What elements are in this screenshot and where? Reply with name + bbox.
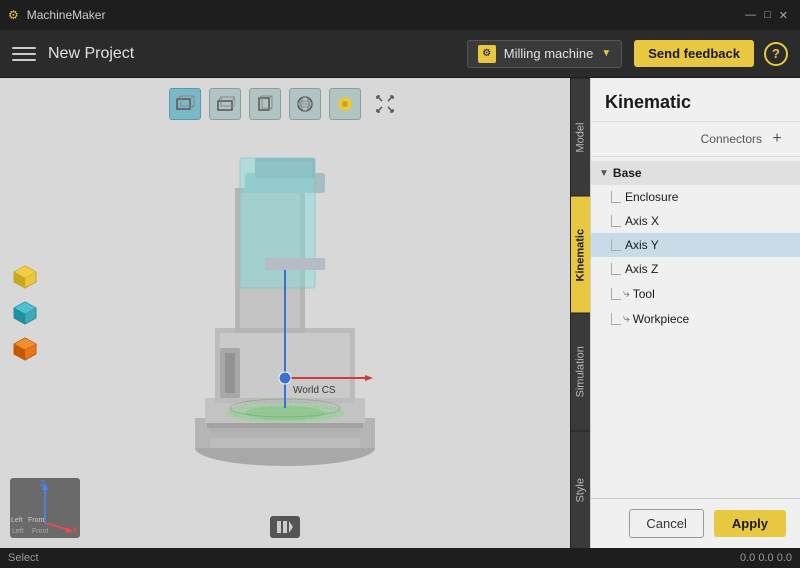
tree-item-base[interactable]: ▼ Base — [591, 161, 800, 185]
axes-compass: Z X Left Front Left Front — [10, 478, 80, 538]
svg-text:Left: Left — [12, 528, 24, 535]
tree-item-tool[interactable]: ⤷ Tool — [591, 281, 800, 306]
right-panel-tabs: Model Kinematic Simulation Style — [570, 78, 590, 548]
svg-text:X: X — [72, 526, 78, 535]
tree-arrow-base: ▼ — [599, 168, 609, 179]
play-pause-button[interactable] — [270, 516, 300, 538]
project-title: New Project — [48, 45, 467, 63]
tree-connector-axis-z — [611, 263, 621, 275]
cube-yellow[interactable] — [10, 262, 40, 292]
app-icon: ⚙ — [8, 8, 19, 22]
kinematic-tree: ▼ Base Enclosure Axis X Axis Y — [591, 157, 800, 498]
status-coords: 0.0 0.0 0.0 — [740, 552, 792, 564]
view-top-btn[interactable] — [209, 88, 241, 120]
tree-link-icon-tool: ⤷ — [623, 286, 630, 301]
machine-selector[interactable]: ⚙ Milling machine ▼ — [467, 40, 623, 68]
tree-connector-axis-x — [611, 215, 621, 227]
tree-connector-tool — [611, 288, 621, 300]
machine-icon: ⚙ — [478, 45, 496, 63]
tree-label-axis-z: Axis Z — [625, 262, 658, 276]
status-bar: Select 0.0 0.0 0.0 — [0, 548, 800, 568]
tree-label-base: Base — [613, 166, 642, 180]
machine-3d-view: World CS — [125, 128, 445, 488]
tree-label-enclosure: Enclosure — [625, 190, 678, 204]
tab-kinematic[interactable]: Kinematic — [571, 196, 590, 314]
add-connector-button[interactable]: + — [768, 130, 786, 148]
maximize-btn[interactable]: □ — [764, 9, 771, 22]
tree-connector-axis-y — [611, 239, 621, 251]
viewport-toolbar — [169, 88, 401, 120]
apply-button[interactable]: Apply — [714, 510, 786, 537]
view-front-btn[interactable] — [169, 88, 201, 120]
help-button[interactable]: ? — [764, 42, 788, 66]
cancel-button[interactable]: Cancel — [629, 509, 703, 538]
svg-text:Front: Front — [32, 528, 48, 535]
tree-connector-workpiece — [611, 313, 621, 325]
tree-item-axis-y[interactable]: Axis Y — [591, 233, 800, 257]
header: New Project ⚙ Milling machine ▼ Send fee… — [0, 30, 800, 78]
chevron-down-icon: ▼ — [601, 48, 611, 59]
feedback-button[interactable]: Send feedback — [634, 40, 754, 67]
tree-item-enclosure[interactable]: Enclosure — [591, 185, 800, 209]
tree-label-axis-y: Axis Y — [625, 238, 659, 252]
tree-link-icon-workpiece: ⤷ — [623, 311, 630, 326]
view-shading-btn[interactable] — [329, 88, 361, 120]
svg-text:Z: Z — [40, 479, 45, 488]
connectors-row: Connectors + — [591, 122, 800, 157]
svg-text:World CS: World CS — [293, 385, 336, 396]
bottom-action-bar: Cancel Apply — [591, 498, 800, 548]
status-select-label: Select — [8, 552, 39, 564]
tree-item-workpiece[interactable]: ⤷ Workpiece — [591, 306, 800, 331]
machine-name: Milling machine — [504, 46, 594, 61]
right-panel: Kinematic Connectors + ▼ Base Enclosure … — [590, 78, 800, 548]
view-side-btn[interactable] — [249, 88, 281, 120]
svg-text:Front: Front — [28, 517, 44, 524]
tab-style[interactable]: Style — [571, 431, 590, 549]
view-perspective-btn[interactable] — [289, 88, 321, 120]
menu-icon[interactable] — [12, 42, 36, 66]
close-btn[interactable]: ✕ — [779, 9, 788, 22]
viewport[interactable]: World CS — [0, 78, 570, 548]
tree-item-axis-z[interactable]: Axis Z — [591, 257, 800, 281]
cube-orange[interactable] — [10, 334, 40, 364]
window-controls: — □ ✕ — [745, 9, 788, 22]
svg-text:Left: Left — [11, 517, 23, 524]
tree-item-axis-x[interactable]: Axis X — [591, 209, 800, 233]
title-bar: ⚙ MachineMaker — □ ✕ — [0, 0, 800, 30]
tree-label-tool: Tool — [633, 287, 655, 301]
tree-connector-enclosure — [611, 191, 621, 203]
left-sidebar — [10, 262, 40, 364]
main-content: World CS — [0, 78, 800, 548]
tab-simulation[interactable]: Simulation — [571, 313, 590, 431]
tab-model[interactable]: Model — [571, 78, 590, 196]
cube-teal[interactable] — [10, 298, 40, 328]
minimize-btn[interactable]: — — [745, 9, 756, 22]
panel-title: Kinematic — [605, 92, 691, 112]
view-scale-btn[interactable] — [369, 88, 401, 120]
panel-header: Kinematic — [591, 78, 800, 122]
tree-label-axis-x: Axis X — [625, 214, 659, 228]
tree-label-workpiece: Workpiece — [633, 312, 689, 326]
app-title: MachineMaker — [27, 8, 106, 22]
connectors-label: Connectors — [701, 132, 762, 146]
